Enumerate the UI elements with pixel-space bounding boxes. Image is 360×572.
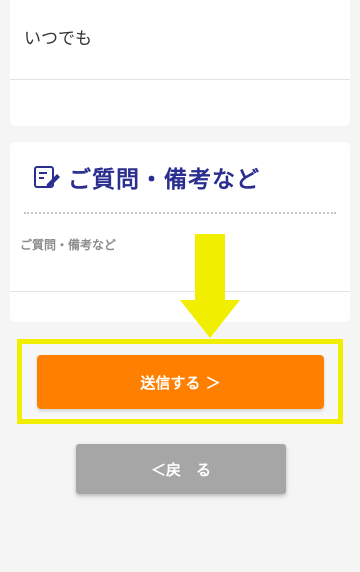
- submit-button[interactable]: 送信する ＞: [37, 355, 324, 409]
- back-button[interactable]: ＜戻 る: [76, 444, 286, 494]
- notes-section-title: ご質問・備考など: [68, 167, 260, 193]
- availability-value: いつでも: [10, 0, 350, 80]
- availability-card: いつでも: [10, 0, 350, 126]
- down-arrow-icon: [180, 234, 240, 338]
- notes-section-header: ご質問・備考など: [10, 142, 350, 198]
- edit-note-icon: [34, 166, 60, 188]
